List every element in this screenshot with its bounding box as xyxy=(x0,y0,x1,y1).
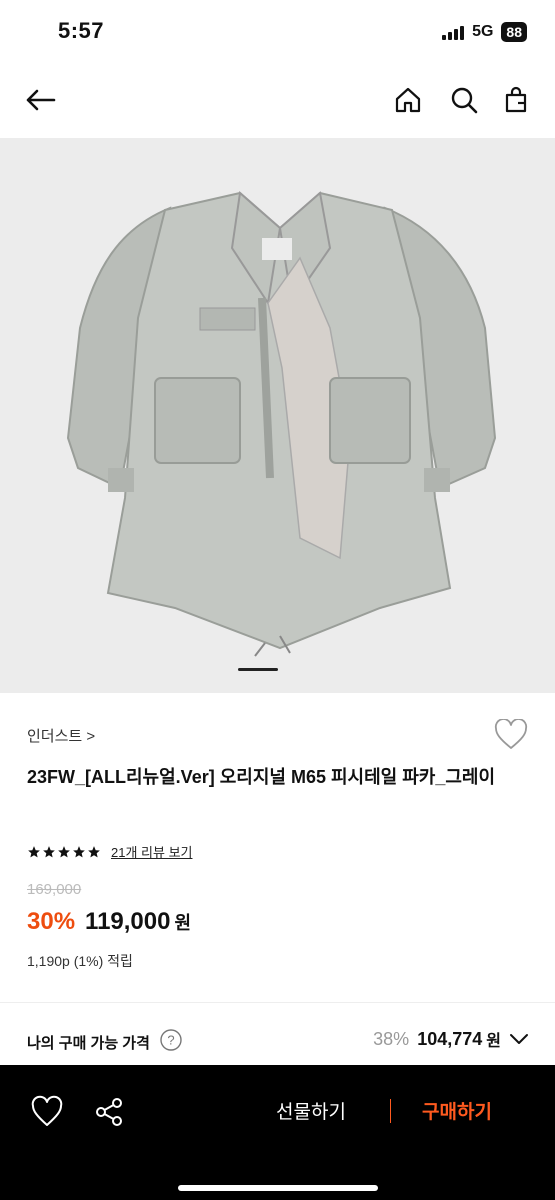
home-icon xyxy=(395,87,421,113)
battery-icon: 88 xyxy=(501,22,527,42)
arrow-left-icon xyxy=(26,89,56,111)
image-page-indicator xyxy=(238,668,278,671)
status-time: 5:57 xyxy=(58,18,105,43)
search-icon xyxy=(451,87,478,114)
back-button[interactable] xyxy=(20,80,60,120)
like-bottom-button[interactable] xyxy=(30,1095,64,1129)
buy-button[interactable]: 구매하기 xyxy=(422,1097,492,1124)
star-icon xyxy=(58,845,70,857)
cart-button[interactable] xyxy=(496,80,536,120)
star-icon xyxy=(73,845,85,857)
brand-link[interactable]: 인더스트 > xyxy=(27,725,95,746)
help-button[interactable]: ? xyxy=(160,1029,182,1051)
divider xyxy=(0,1002,555,1003)
heart-icon xyxy=(494,718,528,749)
question-icon: ? xyxy=(160,1029,182,1051)
gift-button[interactable]: 선물하기 xyxy=(276,1097,346,1124)
home-button[interactable] xyxy=(388,80,428,120)
my-currency-label: 원 xyxy=(486,1033,501,1050)
my-price-amount: 104,774 xyxy=(417,1028,483,1049)
points-info: 1,190p (1%) 적립 xyxy=(27,953,133,969)
currency-label: 원 xyxy=(174,913,192,933)
my-price-toggle[interactable]: 38% 104,774 원 xyxy=(373,1027,529,1051)
shopping-bag-icon xyxy=(505,86,527,113)
star-icon xyxy=(43,845,55,857)
rating-row: 21개 리뷰 보기 xyxy=(27,842,192,861)
search-button[interactable] xyxy=(444,80,484,120)
app-header xyxy=(0,62,555,138)
like-button[interactable] xyxy=(494,718,528,751)
original-price: 169,000 xyxy=(27,881,82,898)
product-image[interactable] xyxy=(0,138,555,693)
star-icon xyxy=(88,845,100,857)
status-indicators: 5G 88 xyxy=(442,22,527,42)
my-price-row: 나의 구매 가능 가격 ? 38% 104,774 원 xyxy=(0,1023,555,1063)
review-link[interactable]: 21개 리뷰 보기 xyxy=(111,842,192,861)
share-button[interactable] xyxy=(92,1095,126,1129)
network-label: 5G xyxy=(472,23,494,40)
button-separator xyxy=(390,1099,391,1123)
bottom-action-bar: 선물하기 구매하기 xyxy=(0,1065,555,1200)
star-icon xyxy=(28,845,40,857)
discount-rate: 30% xyxy=(27,908,76,935)
my-discount-rate: 38% xyxy=(373,1028,410,1049)
share-icon xyxy=(96,1098,122,1126)
signal-icon xyxy=(442,24,465,40)
svg-text:?: ? xyxy=(167,1033,174,1048)
chevron-down-icon xyxy=(510,1034,528,1044)
product-title: 23FW_[ALL리뉴얼.Ver] 오리지널 M65 피시테일 파카_그레이 xyxy=(27,767,496,787)
heart-outline-icon xyxy=(31,1095,63,1126)
my-price-label: 나의 구매 가능 가격 xyxy=(27,1035,150,1052)
price-row: 30% 119,000 원 xyxy=(27,908,191,936)
parka-image xyxy=(66,191,497,657)
home-indicator xyxy=(178,1185,378,1191)
rating-stars xyxy=(27,845,101,859)
sale-price: 119,000 xyxy=(85,908,171,935)
status-bar: 5:57 5G 88 xyxy=(0,0,555,62)
